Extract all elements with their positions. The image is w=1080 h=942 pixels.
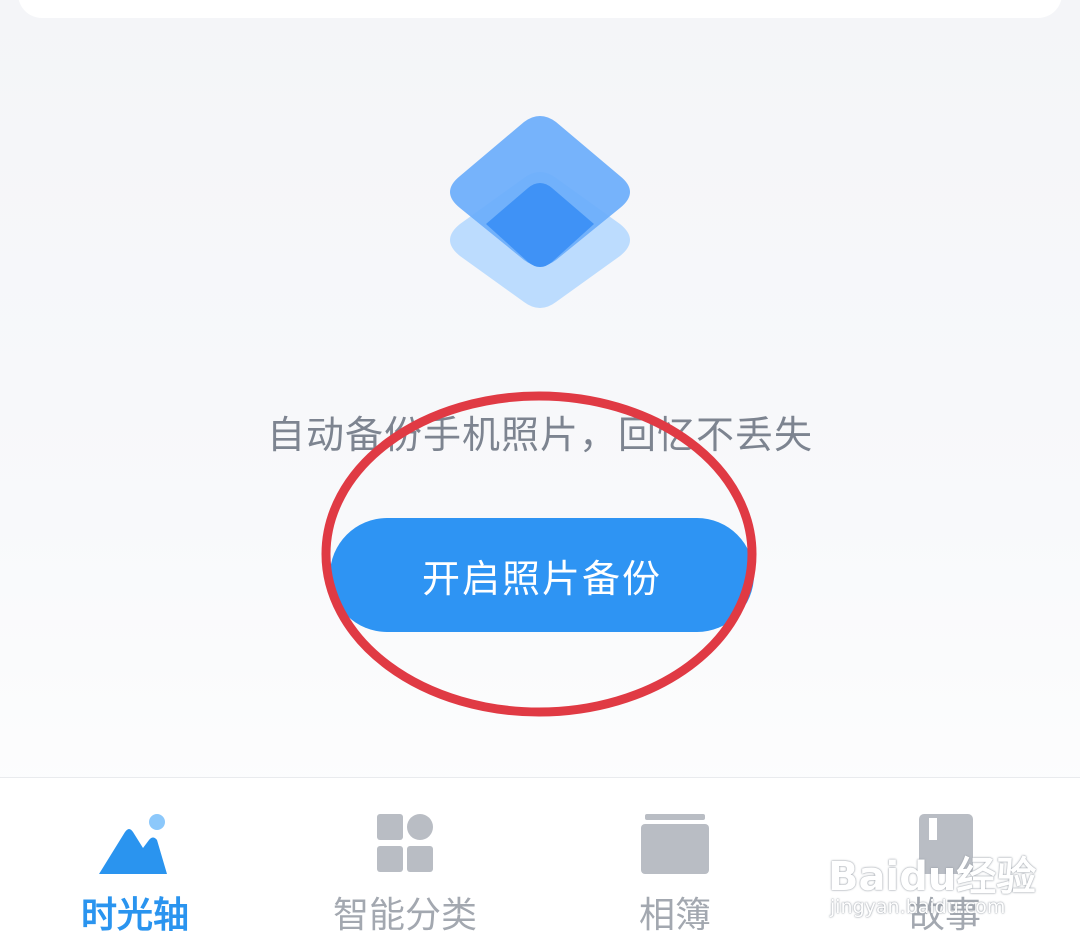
grid-category-icon xyxy=(377,814,433,872)
story-icon xyxy=(919,814,973,874)
tab-timeline[interactable]: 时光轴 xyxy=(25,778,245,942)
layers-icon xyxy=(450,116,630,308)
tab-smart-categories[interactable]: 智能分类 xyxy=(295,778,515,942)
tab-label: 智能分类 xyxy=(332,895,477,936)
enable-photo-backup-button[interactable]: 开启照片备份 xyxy=(330,518,754,632)
tab-label: 时光轴 xyxy=(80,895,189,936)
bottom-tab-bar: 时光轴 智能分类 相簿 故事 xyxy=(0,777,1080,942)
tab-stories[interactable]: 故事 xyxy=(835,778,1055,942)
tab-albums[interactable]: 相簿 xyxy=(565,778,785,942)
tab-label: 相簿 xyxy=(638,895,711,936)
top-card xyxy=(18,0,1062,18)
tab-label: 故事 xyxy=(908,895,981,936)
album-icon xyxy=(641,814,709,874)
mountain-sun-icon xyxy=(99,814,167,874)
empty-state-message: 自动备份手机照片，回忆不丢失 xyxy=(266,413,813,457)
